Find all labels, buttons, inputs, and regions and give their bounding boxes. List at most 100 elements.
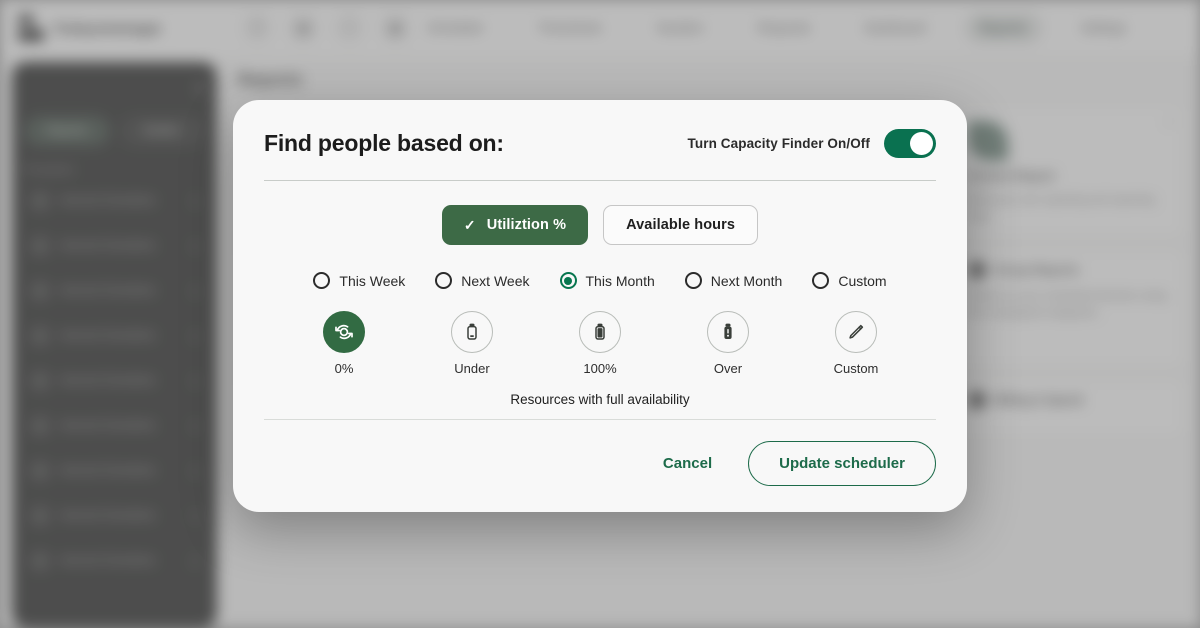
app-root: Todaysmanagar ⚲ ▦ ☉ ▣ Scheduler Timeshee… [0,0,1200,628]
toolbar-icons: ⚲ ▦ ☉ ▣ [241,12,412,44]
sidebar-item[interactable]: Internal Schedules ❯ [24,496,205,536]
report-card[interactable]: Billing & Spend [955,378,1184,438]
radio-next-month[interactable]: Next Month [684,272,782,289]
chevron-right-icon: ❯ [190,285,199,297]
logo-mark-icon [18,15,44,41]
check-icon: ✓ [463,217,476,233]
chevron-right-icon: ❯ [190,465,199,477]
utilization-percent-button[interactable]: ✓ Utiliztion % [441,205,589,245]
radio-circle-icon [684,272,702,289]
capacity-option-custom[interactable]: Custom [820,311,892,376]
sidebar-item-label: Internal Schedules [60,330,156,342]
sidebar-item-label: Internal Schedules [60,195,156,207]
modal-header: Find people based on: Turn Capacity Find… [264,100,936,180]
sidebar-item-icon [30,236,50,256]
chevron-right-icon: ❯ [190,510,199,522]
radio-this-week[interactable]: This Week [313,272,405,289]
resources-availability-note: Resources with full availability [510,392,690,407]
page-title: Reports [238,70,303,89]
capacity-finder-toggle[interactable] [884,129,936,158]
sidebar-collapse-icon[interactable]: ❮ [195,80,205,94]
capacity-option-under[interactable]: Under [436,311,508,376]
sidebar-item[interactable]: Internal Schedules ❯ [24,226,205,266]
radio-label: This Week [339,272,406,289]
battery-full-icon [579,311,621,353]
radio-this-month[interactable]: This Month [559,272,655,289]
sidebar-section-label: Templates [24,164,75,176]
add-icon[interactable]: + [1166,115,1173,129]
sidebar-item-icon [30,506,50,526]
sidebar-item[interactable]: Internal Schedules ❯ [24,271,205,311]
capacity-option-hundred-percent[interactable]: 100% [564,311,636,376]
nav-link-reports[interactable]: Reports [963,12,1043,44]
radio-circle-icon [435,272,453,289]
briefcase-icon[interactable]: ▣ [379,12,412,44]
available-hours-button[interactable]: Available hours [603,205,759,245]
sidebar-item[interactable]: Internal Schedules ❯ [24,181,205,221]
sidebar-item-icon [30,281,50,301]
sidebar-item-icon [30,461,50,481]
grid-icon[interactable]: ▦ [287,12,320,44]
capacity-option-label: Under [454,361,490,376]
radio-circle-selected-icon [559,272,577,289]
sidebar-item[interactable]: Internal Schedules ❯ [24,406,205,446]
footer-divider [264,419,936,420]
report-card[interactable]: Group Reports Report on your scheduled d… [955,248,1184,368]
update-scheduler-button[interactable]: Update scheduler [748,441,936,486]
pencil-icon [835,311,877,353]
refresh-circle-icon [323,311,365,353]
available-hours-label: Available hours [626,217,736,233]
chevron-right-icon: ❯ [190,375,199,387]
sidebar-item[interactable]: Internal Schedules ❯ [24,451,205,491]
cancel-button[interactable]: Cancel [663,455,712,472]
capacity-option-label: Over [713,361,743,376]
report-card[interactable]: + Custom Report Build your own reporting… [955,104,1184,238]
nav-link-vacation[interactable]: Vacation [640,12,720,44]
radio-next-week[interactable]: Next Week [435,272,530,289]
modal-footer: Cancel Update scheduler [264,425,936,512]
nav-link-scheduler[interactable]: Scheduler [411,12,499,44]
modal-body: ✓ Utiliztion % Available hours This Week… [264,181,936,425]
radio-label: This Month [585,272,655,289]
nav-link-settings[interactable]: Settings [1065,12,1142,44]
sidebar-item-label: Internal Schedules [60,240,156,252]
radio-circle-icon [812,272,830,289]
search-icon[interactable]: ⚲ [241,12,274,44]
sidebar-item-icon [30,416,50,436]
capacity-finder-toggle-group: Turn Capacity Finder On/Off [688,129,936,158]
report-card-head: Group Reports [968,261,1171,279]
report-card-desc: Build your own reporting and reporting v… [968,194,1155,223]
report-card-title: Custom Report [968,169,1055,183]
mode-button-group: ✓ Utiliztion % Available hours [264,205,936,245]
radio-label: Next Week [461,272,530,289]
report-card-head: Billing & Spend [968,391,1171,409]
sidebar-item-icon [30,551,50,571]
toggle-knob [910,132,933,155]
sidebar-item[interactable]: Internal Schedules ❯ [24,541,205,581]
toggle-label: Turn Capacity Finder On/Off [687,136,870,151]
capacity-option-label: 0% [334,361,354,376]
radio-custom[interactable]: Custom [812,272,887,289]
report-icon [968,391,986,409]
sidebar-segment-builder[interactable]: Builder [119,116,205,146]
nav-link-timesheets[interactable]: Timesheets [522,12,618,44]
sidebar-segment-reports[interactable]: Reports [24,116,110,146]
capacity-option-over[interactable]: Over [692,311,764,376]
sidebar-item[interactable]: Internal Schedules ❯ [24,316,205,356]
nav-links: Scheduler Timesheets Vacation Requests D… [411,12,1142,44]
radio-label: Custom [838,272,887,289]
period-radio-group: This Week Next Week This Month Next Mont… [264,272,936,289]
nav-link-dashboard[interactable]: Dashboard [848,12,941,44]
sidebar-item[interactable]: Internal Schedules ❯ [24,361,205,401]
chevron-right-icon: ❯ [190,330,199,342]
top-navigation-bar: Todaysmanagar ⚲ ▦ ☉ ▣ Scheduler Timeshee… [0,0,1200,56]
chevron-right-icon: ❯ [190,240,199,252]
brand-logo[interactable]: Todaysmanagar [18,15,203,41]
capacity-finder-modal: Find people based on: Turn Capacity Find… [233,100,967,512]
capacity-option-zero-percent[interactable]: 0% [308,311,380,376]
chevron-right-icon: ❯ [190,555,199,567]
nav-link-requests[interactable]: Requests [742,12,827,44]
capacity-icon-group: 0% Under 100% Over Custom [264,311,936,376]
sidebar-item-icon [30,371,50,391]
bell-icon[interactable]: ☉ [333,12,366,44]
